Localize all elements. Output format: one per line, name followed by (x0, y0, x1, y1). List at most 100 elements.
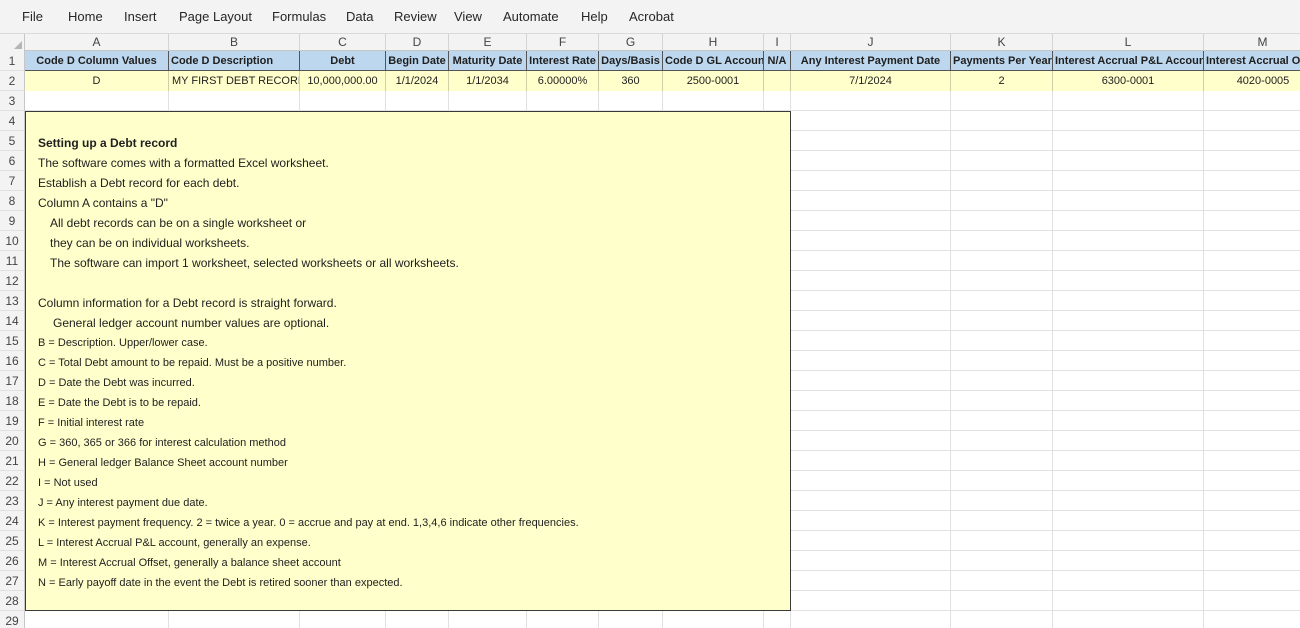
row-number[interactable]: 27 (0, 571, 25, 591)
row-number[interactable]: 21 (0, 451, 25, 471)
header-na[interactable]: N/A (764, 51, 791, 71)
ribbon-menu-bar: File Home Insert Page Layout Formulas Da… (0, 0, 1300, 34)
header-interest-accrual-pl-account[interactable]: Interest Accrual P&L Account (1053, 51, 1204, 71)
row-number[interactable]: 7 (0, 171, 25, 191)
notes-line: L = Interest Accrual P&L account, genera… (38, 537, 311, 549)
row-number[interactable]: 12 (0, 271, 25, 291)
menu-automate[interactable]: Automate (503, 9, 559, 24)
menu-review[interactable]: Review (394, 9, 437, 24)
menu-view[interactable]: View (454, 9, 482, 24)
notes-line: G = 360, 365 or 366 for interest calcula… (38, 437, 286, 449)
notes-line: M = Interest Accrual Offset, generally a… (38, 557, 341, 569)
header-maturity-date[interactable]: Maturity Date (449, 51, 527, 71)
row-number[interactable]: 6 (0, 151, 25, 171)
column-header-i[interactable]: I (764, 34, 791, 51)
column-header-e[interactable]: E (449, 34, 527, 51)
header-interest-rate[interactable]: Interest Rate (527, 51, 599, 71)
header-any-interest-payment-date[interactable]: Any Interest Payment Date (791, 51, 951, 71)
cell-code[interactable]: D (25, 71, 169, 91)
row-number[interactable]: 25 (0, 531, 25, 551)
notes-line: The software can import 1 worksheet, sel… (50, 256, 459, 270)
notes-line: J = Any interest payment due date. (38, 497, 208, 509)
row-number[interactable]: 26 (0, 551, 25, 571)
cell-accrual-offset[interactable]: 4020-0005 (1204, 71, 1300, 91)
select-all-icon (14, 41, 22, 49)
column-header-b[interactable]: B (169, 34, 300, 51)
column-header-j[interactable]: J (791, 34, 951, 51)
row-number[interactable]: 15 (0, 331, 25, 351)
row-number[interactable]: 23 (0, 491, 25, 511)
row-number[interactable]: 14 (0, 311, 25, 331)
row-number[interactable]: 10 (0, 231, 25, 251)
column-header-k[interactable]: K (951, 34, 1053, 51)
menu-insert[interactable]: Insert (124, 9, 157, 24)
header-code-d-description[interactable]: Code D Description (169, 51, 300, 71)
menu-acrobat[interactable]: Acrobat (629, 9, 674, 24)
notes-line: D = Date the Debt was incurred. (38, 377, 195, 389)
row-number[interactable]: 2 (0, 71, 25, 91)
cell-grid[interactable]: Code D Column Values Code D Description … (25, 51, 1300, 628)
menu-data[interactable]: Data (346, 9, 373, 24)
cell-begin-date[interactable]: 1/1/2024 (386, 71, 449, 91)
row-number[interactable]: 28 (0, 591, 25, 611)
row-number[interactable]: 5 (0, 131, 25, 151)
cell-interest-payment-date[interactable]: 7/1/2024 (791, 71, 951, 91)
header-payments-per-year[interactable]: Payments Per Year (951, 51, 1053, 71)
column-header-c[interactable]: C (300, 34, 386, 51)
row-number[interactable]: 20 (0, 431, 25, 451)
row-number[interactable]: 19 (0, 411, 25, 431)
row-number[interactable]: 8 (0, 191, 25, 211)
column-header-f[interactable]: F (527, 34, 599, 51)
cell-days-basis[interactable]: 360 (599, 71, 663, 91)
notes-line: K = Interest payment frequency. 2 = twic… (38, 517, 579, 529)
row-number[interactable]: 1 (0, 51, 25, 71)
column-header-m[interactable]: M (1204, 34, 1300, 51)
cell-debt[interactable]: 10,000,000.00 (300, 71, 386, 91)
cell-maturity-date[interactable]: 1/1/2034 (449, 71, 527, 91)
row-number[interactable]: 24 (0, 511, 25, 531)
header-debt[interactable]: Debt (300, 51, 386, 71)
row-number[interactable]: 3 (0, 91, 25, 111)
header-days-basis[interactable]: Days/Basis (599, 51, 663, 71)
notes-line: E = Date the Debt is to be repaid. (38, 397, 201, 409)
column-header-d[interactable]: D (386, 34, 449, 51)
row-number[interactable]: 13 (0, 291, 25, 311)
column-header-a[interactable]: A (25, 34, 169, 51)
cell-gl-account[interactable]: 2500-0001 (663, 71, 764, 91)
cell-na[interactable] (764, 71, 791, 91)
row-number[interactable]: 9 (0, 211, 25, 231)
row-number[interactable]: 11 (0, 251, 25, 271)
menu-page-layout[interactable]: Page Layout (179, 9, 252, 24)
header-begin-date[interactable]: Begin Date (386, 51, 449, 71)
menu-file[interactable]: File (22, 9, 43, 24)
notes-line: they can be on individual worksheets. (50, 236, 250, 250)
notes-line: C = Total Debt amount to be repaid. Must… (38, 357, 347, 369)
menu-help[interactable]: Help (581, 9, 608, 24)
notes-title: Setting up a Debt record (38, 136, 178, 150)
notes-line: General ledger account number values are… (53, 316, 330, 330)
notes-line: All debt records can be on a single work… (50, 216, 307, 230)
row-number[interactable]: 29 (0, 611, 25, 628)
notes-line: B = Description. Upper/lower case. (38, 337, 208, 349)
column-header-l[interactable]: L (1053, 34, 1204, 51)
row-number[interactable]: 22 (0, 471, 25, 491)
row-number[interactable]: 16 (0, 351, 25, 371)
row-number[interactable]: 4 (0, 111, 25, 131)
row-number[interactable]: 17 (0, 371, 25, 391)
header-code-d-gl-account[interactable]: Code D GL Account (663, 51, 764, 71)
select-all-corner[interactable] (0, 34, 25, 51)
gridline (1203, 51, 1204, 628)
notes-line: I = Not used (38, 477, 98, 489)
instructions-text-box[interactable]: Setting up a Debt record The software co… (25, 111, 791, 611)
cell-payments-per-year[interactable]: 2 (951, 71, 1053, 91)
header-interest-accrual-offset[interactable]: Interest Accrual Of (1204, 51, 1300, 71)
header-code-d-column-values[interactable]: Code D Column Values (25, 51, 169, 71)
menu-formulas[interactable]: Formulas (272, 9, 326, 24)
cell-interest-rate[interactable]: 6.00000% (527, 71, 599, 91)
row-number[interactable]: 18 (0, 391, 25, 411)
column-header-g[interactable]: G (599, 34, 663, 51)
cell-description[interactable]: MY FIRST DEBT RECORD (169, 71, 300, 91)
column-header-h[interactable]: H (663, 34, 764, 51)
menu-home[interactable]: Home (68, 9, 103, 24)
cell-accrual-pl-account[interactable]: 6300-0001 (1053, 71, 1204, 91)
